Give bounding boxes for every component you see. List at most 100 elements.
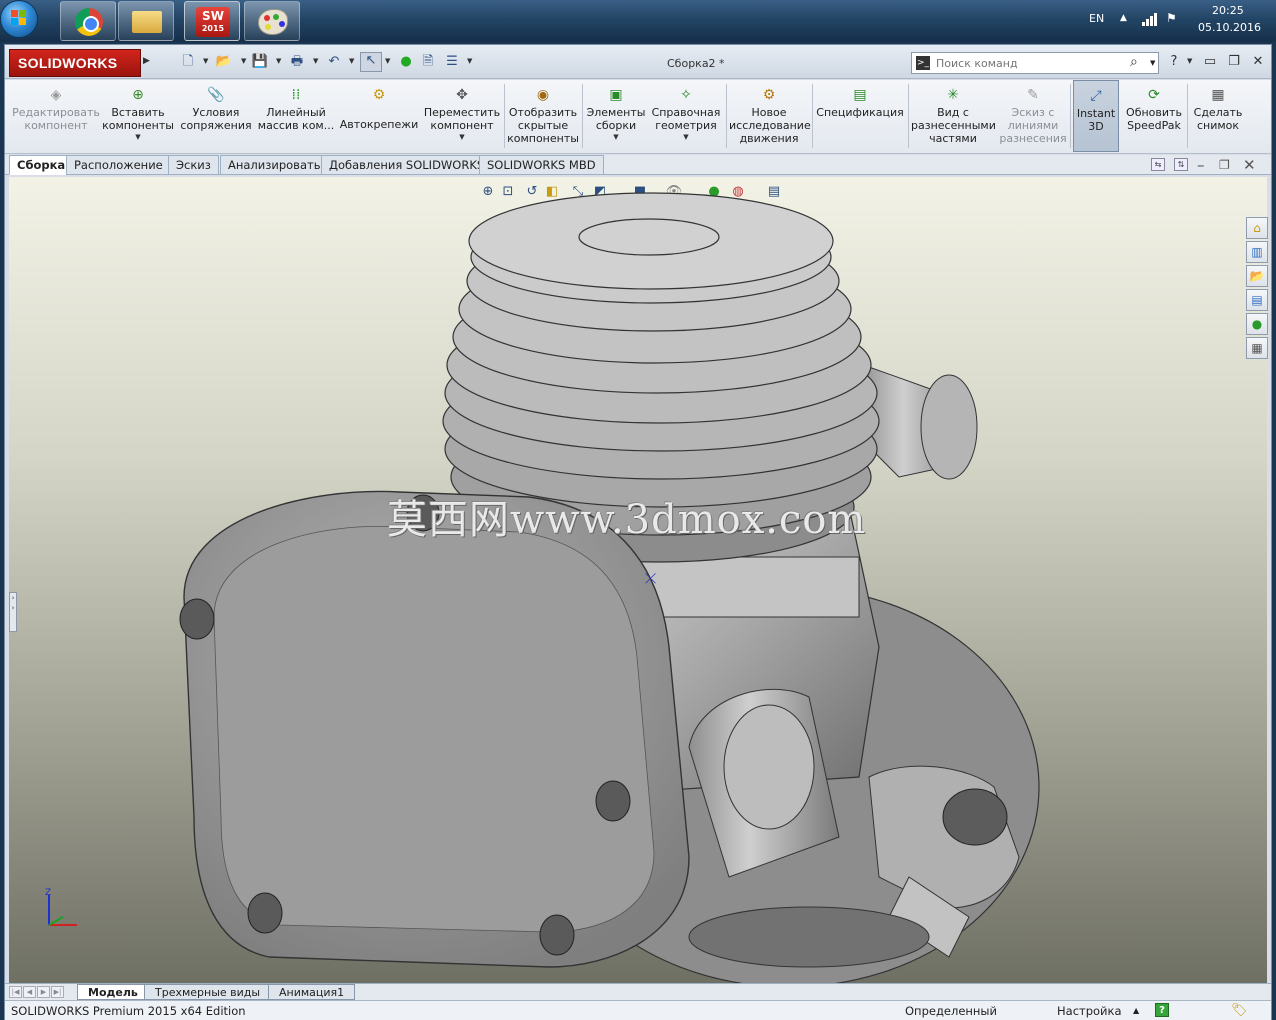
taskbar-chrome[interactable] [60, 1, 116, 41]
view-palette-icon[interactable]: ▤ [1246, 289, 1268, 311]
ribbon-label: сборки [595, 119, 637, 132]
tile-horizontal-icon[interactable]: ⇆ [1151, 158, 1165, 171]
tab-evaluate[interactable]: Анализировать [220, 155, 329, 175]
model-tabs-bar: |◀ ◀ ▶ ▶| Модель Трехмерные виды Анимаци… [5, 983, 1271, 1000]
dropdown-arrow-icon[interactable]: ▼ [649, 132, 723, 142]
clock-date[interactable]: 05.10.2016 [1198, 21, 1261, 34]
ribbon-label: Новое [751, 106, 787, 119]
engine-model[interactable]: ⤫ [9, 177, 1267, 983]
rebuild-icon[interactable]: ● [397, 54, 415, 70]
exploded-view-button[interactable]: ✳ Вид с разнесенными частями [911, 80, 996, 152]
options-dropdown-icon[interactable]: ▼ [467, 57, 472, 65]
tile-vertical-icon[interactable]: ⇅ [1174, 158, 1188, 171]
first-tab-arrow-icon[interactable]: |◀ [9, 986, 22, 998]
custom-properties-icon[interactable]: ▦ [1246, 337, 1268, 359]
search-input[interactable] [936, 55, 1126, 71]
units-setting[interactable]: Настройка [1057, 1004, 1122, 1018]
new-motion-study-button[interactable]: ⚙ Новое исследование движения [729, 80, 811, 152]
tab-layout[interactable]: Расположение [66, 155, 171, 175]
assembly-features-button[interactable]: ▣ Элементы сборки ▼ [585, 80, 647, 152]
explode-line-sketch-button[interactable]: ✎ Эскиз с линиями разнесения [999, 80, 1067, 152]
taskbar-solidworks[interactable]: SW 2015 [184, 1, 240, 41]
restore-icon[interactable]: ❐ [1225, 54, 1243, 70]
tags-icon[interactable]: 🏷 [1231, 1003, 1248, 1018]
smart-fasteners-button[interactable]: ⚙ Автокрепежи [339, 80, 419, 152]
instant3d-button[interactable]: ⤢ Instant 3D [1073, 80, 1119, 152]
linear-pattern-button[interactable]: ⁞⁞ Линейный массив ком... [257, 80, 335, 152]
tab-animation1[interactable]: Анимация1 [268, 984, 356, 1000]
taskbar-paint[interactable] [244, 1, 300, 41]
tab-solidworks-mbd[interactable]: SOLIDWORKS MBD [479, 155, 604, 175]
print-icon[interactable]: 🖶 [288, 54, 306, 70]
tray-expand-icon[interactable]: ▲ [1120, 13, 1127, 23]
doc-restore-icon[interactable]: ❐ [1219, 158, 1230, 172]
new-dropdown-icon[interactable]: ▼ [203, 57, 208, 65]
appearances-icon[interactable]: ● [1246, 313, 1268, 335]
command-search[interactable]: >_ ⌕ ▼ [911, 52, 1159, 74]
file-properties-icon[interactable]: 🗎 [419, 54, 437, 70]
task-pane-tabs: ⌂ ▥ 📂 ▤ ● ▦ [1246, 217, 1268, 361]
taskbar-explorer[interactable] [118, 1, 174, 41]
solidworks-resources-icon[interactable]: ⌂ [1246, 217, 1268, 239]
tab-solidworks-addins[interactable]: Добавления SOLIDWORKS [321, 155, 493, 175]
file-explorer-icon[interactable]: 📂 [1246, 265, 1268, 287]
feature-manager-toggle[interactable]: › › [9, 592, 17, 632]
menu-expand-arrow[interactable]: ▶ [143, 56, 150, 66]
ribbon-label: Отобразить [508, 106, 578, 119]
undo-icon[interactable]: ↶ [325, 54, 343, 70]
move-component-button[interactable]: ✥ Переместить компонент ▼ [423, 80, 501, 152]
language-indicator[interactable]: EN [1089, 12, 1104, 25]
save-icon[interactable]: 💾 [251, 54, 269, 70]
tab-assembly[interactable]: Сборка [9, 155, 74, 175]
save-dropdown-icon[interactable]: ▼ [276, 57, 281, 65]
new-document-icon[interactable]: 🗋 [179, 54, 197, 70]
solidworks-menu-logo[interactable]: SOLIDWORKS [9, 49, 141, 77]
ribbon-label: компоненты [507, 132, 579, 145]
mate-button[interactable]: 📎 Условия сопряжения [179, 80, 253, 152]
undo-dropdown-icon[interactable]: ▼ [349, 57, 354, 65]
network-icon[interactable] [1142, 12, 1158, 26]
edit-component-button[interactable]: ◈ Редактировать компонент [11, 80, 101, 152]
clock-time[interactable]: 20:25 [1212, 4, 1244, 17]
ribbon-label: Сделать [1193, 106, 1243, 119]
doc-close-icon[interactable]: ✕ [1243, 156, 1256, 174]
help-dropdown-icon[interactable]: ▼ [1187, 57, 1192, 65]
tab-3d-views[interactable]: Трехмерные виды [144, 984, 272, 1000]
shaft-end [723, 704, 815, 830]
help-icon[interactable]: ? [1165, 54, 1183, 70]
dropdown-arrow-icon[interactable]: ▼ [101, 132, 175, 142]
action-center-icon[interactable]: ⚑ [1166, 11, 1180, 27]
tab-model[interactable]: Модель [77, 984, 149, 1000]
doc-minimize-icon[interactable]: – [1197, 156, 1205, 174]
next-tab-arrow-icon[interactable]: ▶ [37, 986, 50, 998]
status-help-icon[interactable]: ? [1155, 1003, 1169, 1017]
show-hidden-components-button[interactable]: ◉ Отобразить скрытые компоненты [507, 80, 579, 152]
dropdown-arrow-icon[interactable]: ▼ [423, 132, 501, 142]
search-dropdown-icon[interactable]: ▼ [1150, 59, 1155, 67]
open-dropdown-icon[interactable]: ▼ [241, 57, 246, 65]
units-dropdown-icon[interactable]: ▲ [1133, 1006, 1139, 1015]
last-tab-arrow-icon[interactable]: ▶| [51, 986, 64, 998]
reference-geometry-button[interactable]: ✧ Справочная геометрия ▼ [649, 80, 723, 152]
search-icon[interactable]: ⌕ [1130, 54, 1138, 70]
dropdown-arrow-icon[interactable]: ▼ [585, 132, 647, 142]
design-library-icon[interactable]: ▥ [1246, 241, 1268, 263]
start-button[interactable] [0, 0, 38, 38]
speedpak-icon: ⟳ [1148, 87, 1160, 103]
take-snapshot-button[interactable]: ▦ Сделать снимок [1190, 80, 1246, 152]
graphics-area[interactable]: ⊕ ⊡ ↺ ◧ ⤡ ◩ ■ 👁 ● ◍ ▤ ⤫ 莫西网www.3dmox.com… [9, 177, 1267, 983]
close-icon[interactable]: ✕ [1249, 54, 1267, 70]
select-icon[interactable]: ↖ [360, 52, 382, 72]
options-icon[interactable]: ☰ [443, 54, 461, 70]
mate-icon: 📎 [207, 87, 225, 103]
select-dropdown-icon[interactable]: ▼ [385, 57, 390, 65]
bom-button[interactable]: ▤ Спецификация [815, 80, 905, 152]
insert-components-button[interactable]: ⊕ Вставить компоненты ▼ [101, 80, 175, 152]
prev-tab-arrow-icon[interactable]: ◀ [23, 986, 36, 998]
ribbon-label: Спецификация [816, 106, 904, 119]
update-speedpak-button[interactable]: ⟳ Обновить SpeedPak [1123, 80, 1185, 152]
open-icon[interactable]: 📂 [215, 54, 233, 70]
tab-sketch[interactable]: Эскиз [168, 155, 219, 175]
print-dropdown-icon[interactable]: ▼ [313, 57, 318, 65]
minimize-icon[interactable]: ▭ [1201, 54, 1219, 70]
